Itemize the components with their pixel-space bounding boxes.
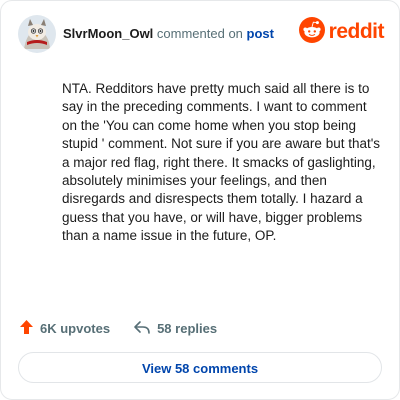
upvote-count: 6K upvotes — [40, 320, 111, 336]
reddit-snoo-icon — [298, 16, 325, 48]
view-comments-button[interactable]: View 58 comments — [18, 352, 382, 383]
reply-arrow-icon — [133, 320, 151, 337]
upvote-button[interactable]: 6K upvotes — [19, 319, 110, 338]
reddit-logo[interactable]: reddit — [298, 16, 385, 48]
comment-header: SlvrMoon_Owl commented on post reddit — [18, 15, 385, 55]
avatar[interactable] — [18, 15, 56, 53]
replies-button[interactable]: 58 replies — [133, 320, 217, 337]
comment-body: NTA. Redditors have pretty much said all… — [62, 81, 381, 244]
comment-actions: 6K upvotes 58 replies — [19, 318, 217, 338]
upvote-arrow-icon — [19, 319, 34, 338]
username-link[interactable]: SlvrMoon_Owl — [63, 26, 153, 41]
comment-attribution: SlvrMoon_Owl commented on post — [63, 26, 274, 41]
replies-count: 58 replies — [157, 320, 218, 336]
post-link[interactable]: post — [247, 26, 274, 41]
brand-wordmark: reddit — [328, 20, 385, 43]
comment-card: SlvrMoon_Owl commented on post reddit NT… — [0, 0, 400, 400]
action-text: commented on — [156, 26, 243, 41]
